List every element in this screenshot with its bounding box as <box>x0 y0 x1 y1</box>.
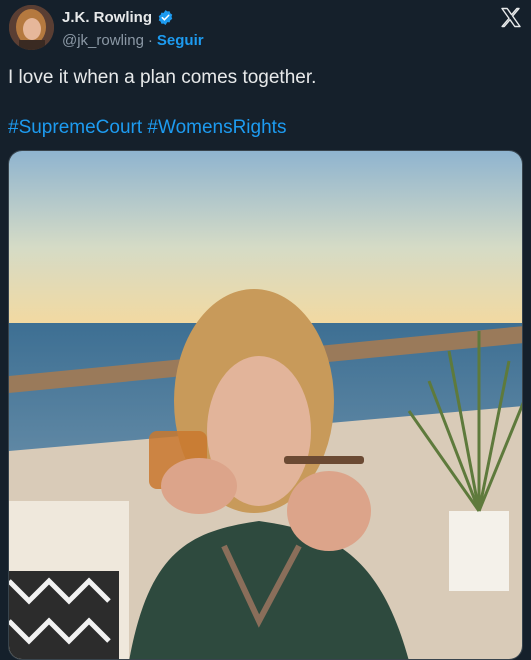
tweet-text: I love it when a plan comes together. <box>8 67 317 88</box>
x-logo-icon[interactable] <box>499 6 523 30</box>
avatar[interactable] <box>9 5 54 50</box>
tweet-header: J.K. Rowling @jk_rowling · Seguir <box>0 0 531 60</box>
verified-badge-icon <box>157 9 174 26</box>
follow-button[interactable]: Seguir <box>157 32 204 49</box>
hashtag-link[interactable]: #SupremeCourt <box>8 117 142 138</box>
separator: · <box>147 32 153 49</box>
tweet-photo[interactable] <box>8 150 523 660</box>
author-handle[interactable]: @jk_rowling <box>62 32 144 49</box>
handle-row: @jk_rowling · Seguir <box>62 32 204 49</box>
hashtags: #SupremeCourt #WomensRights <box>8 116 286 140</box>
author-name-row: J.K. Rowling <box>62 9 174 26</box>
author-name[interactable]: J.K. Rowling <box>62 9 152 26</box>
hashtag-link[interactable]: #WomensRights <box>147 117 286 138</box>
